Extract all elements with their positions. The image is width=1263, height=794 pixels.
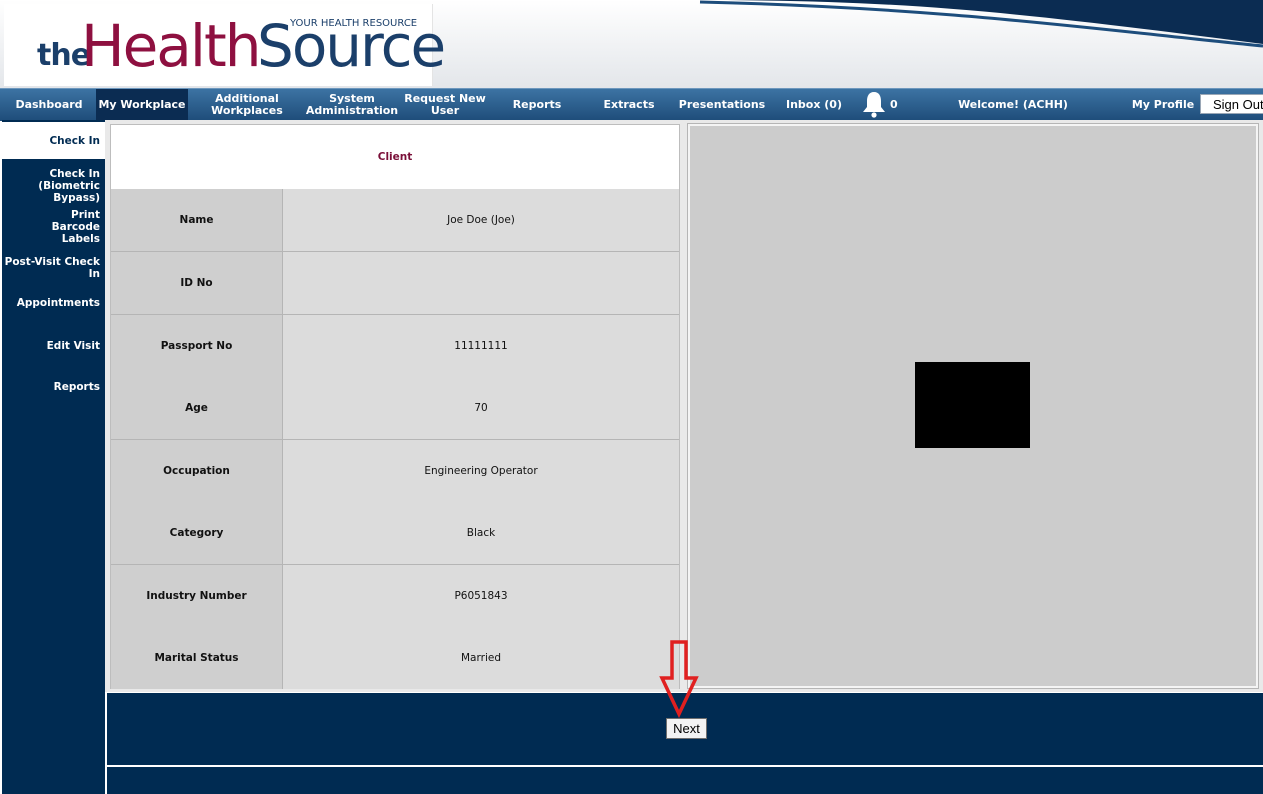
next-button[interactable]: Next (666, 718, 707, 739)
nav-dashboard[interactable]: Dashboard (4, 89, 94, 120)
sidebar-item-reports[interactable]: Reports (2, 381, 105, 393)
top-nav: Dashboard My Workplace Additional Workpl… (0, 88, 1263, 121)
row-label: Category (111, 502, 283, 564)
row-label: Industry Number (111, 565, 283, 627)
welcome-text: Welcome! (ACHH) (958, 97, 1068, 111)
nav-reports[interactable]: Reports (500, 89, 574, 120)
row-value: Married (461, 652, 501, 664)
row-label: Marital Status (111, 627, 283, 689)
sidebar: Check In Check In (Biometric Bypass) Pri… (2, 120, 105, 794)
nav-inbox[interactable]: Inbox (0) (780, 89, 848, 120)
main-content: Client Name Joe Doe (Joe) ID No Passport… (105, 120, 1263, 692)
bell-icon[interactable] (860, 90, 888, 120)
client-heading: Client (111, 125, 679, 190)
row-label: ID No (111, 252, 283, 314)
nav-request-new-user[interactable]: Request New User (404, 89, 486, 120)
row-value: Joe Doe (Joe) (447, 214, 515, 226)
logo-source: Source (257, 12, 446, 80)
table-row: Passport No 11111111 (111, 315, 679, 378)
sign-out-button[interactable]: Sign Out (1200, 94, 1263, 114)
logo[interactable]: YOUR HEALTH RESOURCE the Health Source (4, 4, 446, 86)
sidebar-item-print-barcode-labels[interactable]: Print Barcode Labels (2, 209, 105, 245)
table-row: ID No (111, 252, 679, 315)
row-value: Black (466, 527, 496, 539)
sidebar-item-appointments[interactable]: Appointments (2, 297, 105, 309)
footer-strip (107, 767, 1263, 794)
nav-additional-workplaces[interactable]: Additional Workplaces (200, 89, 294, 120)
table-row: Age 70 (111, 377, 679, 440)
row-value: 11111111 (454, 340, 508, 352)
logo-health: Health (81, 12, 261, 80)
nav-my-profile[interactable]: My Profile (1128, 89, 1198, 120)
row-value: P6051843 (454, 590, 508, 602)
table-row: Occupation Engineering Operator (111, 440, 679, 503)
row-value (283, 252, 679, 314)
client-details-table: Client Name Joe Doe (Joe) ID No Passport… (110, 124, 680, 689)
row-label: Occupation (111, 440, 283, 502)
header: YOUR HEALTH RESOURCE the Health Source (0, 0, 1263, 88)
client-photo (915, 362, 1030, 448)
sidebar-item-post-visit-check-in[interactable]: Post-Visit Check In (2, 256, 105, 280)
row-label: Name (111, 189, 283, 251)
nav-my-workplace[interactable]: My Workplace (96, 89, 188, 120)
row-value: Engineering Operator (424, 465, 538, 477)
row-label: Passport No (111, 315, 283, 377)
table-row: Marital Status Married (111, 627, 679, 689)
sidebar-item-check-in[interactable]: Check In (2, 122, 105, 159)
down-arrow-annotation-icon (659, 640, 699, 719)
sidebar-item-edit-visit[interactable]: Edit Visit (2, 340, 105, 352)
nav-presentations[interactable]: Presentations (678, 89, 766, 120)
row-label: Age (111, 377, 283, 439)
row-value: 70 (474, 402, 488, 414)
table-row: Name Joe Doe (Joe) (111, 189, 679, 252)
sidebar-item-check-in-biometric-bypass[interactable]: Check In (Biometric Bypass) (2, 168, 105, 204)
table-row: Industry Number P6051843 (111, 565, 679, 628)
notification-count: 0 (890, 98, 898, 111)
nav-system-administration[interactable]: System Administration (302, 89, 402, 120)
client-photo-panel (688, 124, 1258, 688)
table-row: Category Black (111, 502, 679, 565)
nav-extracts[interactable]: Extracts (594, 89, 664, 120)
